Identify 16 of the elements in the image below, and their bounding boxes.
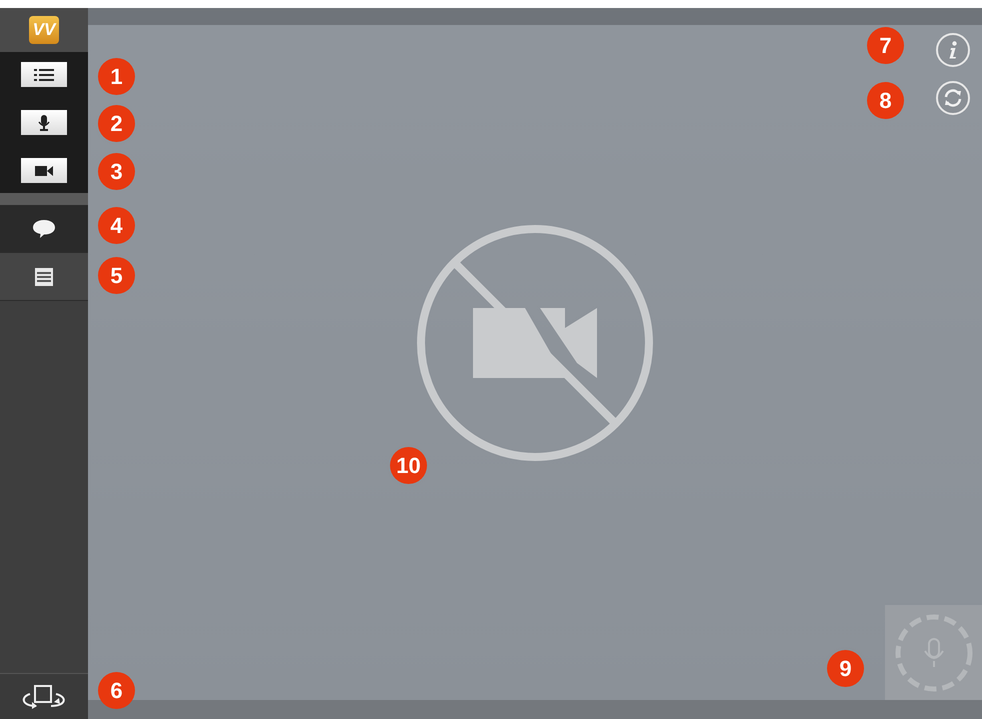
refresh-button[interactable] [936, 81, 970, 115]
refresh-icon [943, 88, 963, 108]
list-button[interactable] [21, 62, 67, 87]
info-button[interactable] [936, 33, 970, 67]
chat-tab[interactable] [0, 205, 88, 253]
microphone-icon [38, 114, 50, 130]
notes-icon [34, 266, 54, 286]
video-camera-icon [35, 166, 53, 176]
camera-button[interactable] [21, 158, 67, 183]
notes-tab[interactable] [0, 253, 88, 301]
logo: VV [29, 16, 59, 44]
list-icon [34, 68, 54, 82]
rotate-button[interactable] [0, 673, 88, 719]
speech-bubble-icon [32, 218, 56, 238]
info-icon [948, 41, 958, 59]
mic-button[interactable] [21, 110, 67, 135]
